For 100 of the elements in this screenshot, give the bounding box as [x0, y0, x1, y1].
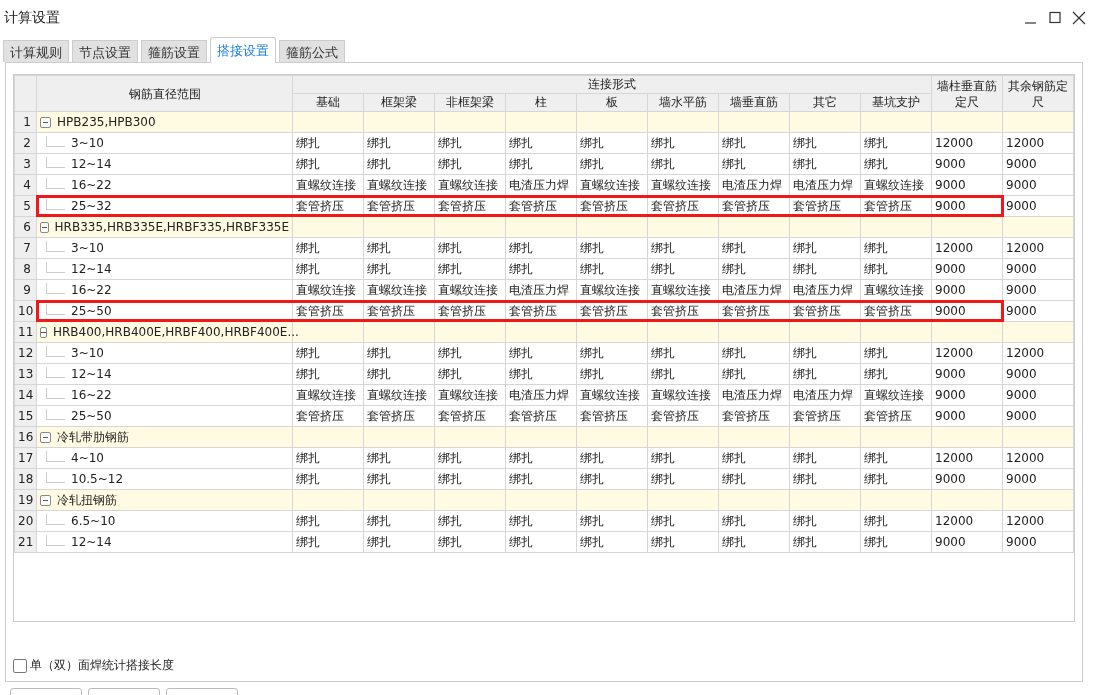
table-cell[interactable]: 电渣压力焊 — [718, 384, 790, 406]
table-cell[interactable]: 9000 — [1002, 174, 1074, 196]
table-cell[interactable]: 绑扎 — [292, 531, 364, 553]
table-cell[interactable]: 绑扎 — [292, 132, 364, 154]
table-cell[interactable]: 绑扎 — [576, 132, 648, 154]
table-cell[interactable]: 绑扎 — [434, 447, 506, 469]
table-cell[interactable]: 12000 — [1002, 447, 1074, 469]
table-cell[interactable]: 绑扎 — [647, 468, 719, 490]
table-cell[interactable]: 套管挤压 — [860, 405, 932, 427]
table-cell[interactable]: 绑扎 — [363, 132, 435, 154]
table-cell[interactable]: 绑扎 — [363, 531, 435, 553]
table-cell[interactable]: 9000 — [1002, 531, 1074, 553]
table-cell[interactable]: 绑扎 — [860, 342, 932, 364]
table-cell[interactable]: 直螺纹连接 — [363, 384, 435, 406]
table-cell[interactable]: 绑扎 — [292, 258, 364, 280]
maximize-icon[interactable] — [1047, 10, 1063, 26]
table-cell[interactable]: 绑扎 — [292, 237, 364, 259]
table-cell[interactable]: 绑扎 — [789, 342, 861, 364]
table-cell[interactable]: 9000 — [1002, 279, 1074, 301]
table-cell[interactable]: 绑扎 — [718, 153, 790, 175]
table-cell[interactable]: 绑扎 — [576, 468, 648, 490]
table-cell[interactable]: 绑扎 — [647, 363, 719, 385]
table-cell[interactable]: 绑扎 — [860, 153, 932, 175]
tab[interactable]: 搭接设置 — [210, 37, 276, 63]
table-cell[interactable]: 绑扎 — [292, 363, 364, 385]
collapse-icon[interactable] — [40, 221, 49, 233]
checkbox[interactable] — [13, 658, 27, 673]
table-cell[interactable]: 电渣压力焊 — [789, 384, 861, 406]
table-cell[interactable]: 套管挤压 — [647, 405, 719, 427]
table-cell[interactable]: 绑扎 — [789, 237, 861, 259]
table-cell[interactable]: 绑扎 — [647, 237, 719, 259]
table-cell[interactable]: 绑扎 — [647, 342, 719, 364]
table-cell[interactable]: 9000 — [931, 468, 1003, 490]
table-cell[interactable]: 绑扎 — [505, 363, 577, 385]
collapse-icon[interactable] — [40, 431, 51, 443]
table-cell[interactable]: 绑扎 — [647, 510, 719, 532]
table-cell[interactable]: 绑扎 — [789, 447, 861, 469]
table-cell[interactable]: 绑扎 — [434, 510, 506, 532]
table-cell[interactable]: 绑扎 — [292, 153, 364, 175]
table-cell[interactable]: 绑扎 — [576, 363, 648, 385]
table-cell[interactable]: 绑扎 — [647, 153, 719, 175]
table-cell[interactable]: 9000 — [1002, 258, 1074, 280]
table-cell[interactable]: 绑扎 — [860, 468, 932, 490]
table-cell[interactable]: 套管挤压 — [505, 405, 577, 427]
tab[interactable]: 计算规则 — [3, 40, 69, 62]
table-cell[interactable]: 绑扎 — [647, 132, 719, 154]
table-cell[interactable]: 绑扎 — [576, 237, 648, 259]
table-cell[interactable]: 9000 — [931, 363, 1003, 385]
table-cell[interactable]: 绑扎 — [505, 237, 577, 259]
table-cell[interactable]: 绑扎 — [292, 447, 364, 469]
table-cell[interactable]: 9000 — [931, 153, 1003, 175]
table-cell[interactable]: 绑扎 — [434, 468, 506, 490]
table-cell[interactable]: 绑扎 — [434, 363, 506, 385]
table-cell[interactable]: 9000 — [1002, 405, 1074, 427]
table-cell[interactable]: 9000 — [931, 258, 1003, 280]
table-cell[interactable]: 绑扎 — [718, 468, 790, 490]
table-cell[interactable]: 绑扎 — [434, 531, 506, 553]
table-cell[interactable]: 直螺纹连接 — [860, 384, 932, 406]
table-cell[interactable]: 9000 — [1002, 300, 1074, 322]
table-cell[interactable]: 绑扎 — [789, 363, 861, 385]
close-icon[interactable] — [1071, 10, 1087, 26]
table-cell[interactable]: 绑扎 — [860, 531, 932, 553]
table-cell[interactable]: 绑扎 — [363, 342, 435, 364]
table-cell[interactable]: 绑扎 — [505, 132, 577, 154]
table-cell[interactable]: 9000 — [1002, 363, 1074, 385]
table-cell[interactable]: 绑扎 — [292, 342, 364, 364]
table-cell[interactable]: 绑扎 — [647, 531, 719, 553]
table-cell[interactable]: 套管挤压 — [789, 405, 861, 427]
table-cell[interactable]: 绑扎 — [718, 132, 790, 154]
table-cell[interactable]: 绑扎 — [860, 258, 932, 280]
table-cell[interactable]: 绑扎 — [718, 447, 790, 469]
table-cell[interactable]: 12000 — [931, 342, 1003, 364]
table-cell[interactable]: 绑扎 — [860, 510, 932, 532]
table-cell[interactable]: 绑扎 — [860, 447, 932, 469]
table-cell[interactable]: 电渣压力焊 — [505, 384, 577, 406]
table-cell[interactable]: 绑扎 — [363, 447, 435, 469]
table-cell[interactable]: 绑扎 — [363, 510, 435, 532]
table-cell[interactable]: 12000 — [1002, 237, 1074, 259]
table-cell[interactable]: 绑扎 — [505, 531, 577, 553]
table-cell[interactable]: 绑扎 — [860, 132, 932, 154]
table-cell[interactable]: 绑扎 — [718, 363, 790, 385]
table-cell[interactable]: 绑扎 — [789, 531, 861, 553]
table-cell[interactable]: 绑扎 — [576, 510, 648, 532]
table-cell[interactable]: 9000 — [931, 405, 1003, 427]
tab[interactable]: 箍筋公式 — [279, 40, 345, 62]
table-cell[interactable]: 绑扎 — [718, 258, 790, 280]
table-cell[interactable]: 绑扎 — [505, 342, 577, 364]
table-cell[interactable]: 直螺纹连接 — [434, 384, 506, 406]
table-cell[interactable]: 绑扎 — [434, 237, 506, 259]
tab[interactable]: 箍筋设置 — [141, 40, 207, 62]
table-cell[interactable]: 绑扎 — [718, 342, 790, 364]
table-cell[interactable]: 9000 — [931, 531, 1003, 553]
table-cell[interactable]: 9000 — [1002, 153, 1074, 175]
table-cell[interactable]: 9000 — [1002, 195, 1074, 217]
table-cell[interactable]: 直螺纹连接 — [576, 384, 648, 406]
table-cell[interactable]: 9000 — [1002, 468, 1074, 490]
table-cell[interactable]: 绑扎 — [576, 153, 648, 175]
table-cell[interactable]: 套管挤压 — [576, 405, 648, 427]
table-cell[interactable]: 绑扎 — [647, 447, 719, 469]
table-cell[interactable]: 绑扎 — [363, 237, 435, 259]
